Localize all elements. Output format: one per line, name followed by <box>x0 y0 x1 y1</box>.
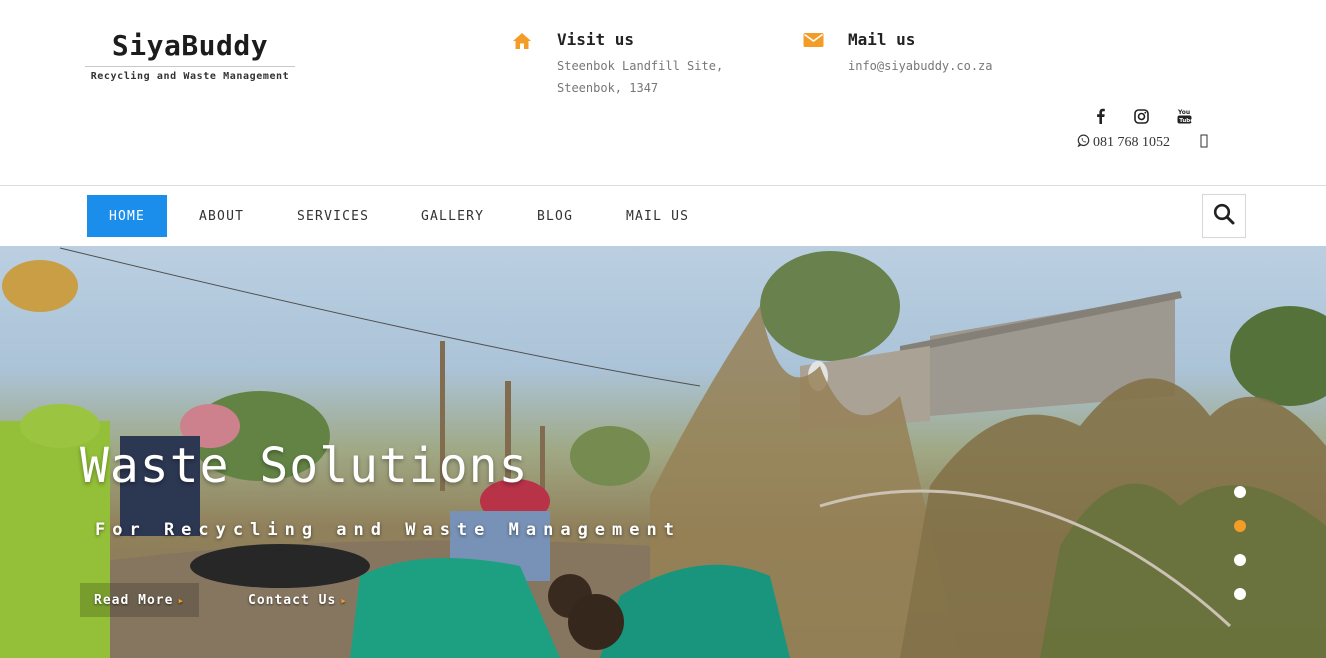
nav-item-services[interactable]: SERVICES <box>297 195 369 237</box>
youtube-icon[interactable]: You Tube <box>1174 106 1194 126</box>
whatsapp-icon <box>1077 134 1090 152</box>
read-more-label: Read More <box>94 592 174 608</box>
facebook-icon[interactable] <box>1090 106 1110 126</box>
mail-us-title: Mail us <box>848 30 916 49</box>
hero-subtitle: For Recycling and Waste Management <box>95 520 681 540</box>
search-icon <box>1213 203 1235 229</box>
slider-dot-3[interactable] <box>1234 554 1246 566</box>
contact-us-label: Contact Us <box>248 592 337 608</box>
logo-divider <box>85 66 295 67</box>
phone-number: 081 768 1052 <box>1093 135 1170 150</box>
brand-tagline: Recycling and Waste Management <box>90 71 290 82</box>
search-button[interactable] <box>1202 194 1246 238</box>
main-navigation: HOME ABOUT SERVICES GALLERY BLOG MAIL US <box>0 185 1326 246</box>
mail-address[interactable]: info@siyabuddy.co.za <box>848 59 993 73</box>
home-icon <box>512 32 536 52</box>
social-links: You Tube <box>1090 106 1200 126</box>
nav-item-about[interactable]: ABOUT <box>199 195 244 237</box>
brand-name: SiyaBuddy <box>111 29 269 62</box>
svg-text:Tube: Tube <box>1179 118 1192 124</box>
nav-item-gallery[interactable]: GALLERY <box>421 195 484 237</box>
nav-item-home[interactable]: HOME <box>87 195 167 237</box>
envelope-icon <box>803 32 827 52</box>
visit-address-line-2: Steenbok, 1347 <box>557 81 659 95</box>
svg-text:You: You <box>1177 109 1190 116</box>
contact-us-button[interactable]: Contact Us ▸ <box>248 583 348 617</box>
visit-us-title: Visit us <box>557 30 635 49</box>
nav-item-blog[interactable]: BLOG <box>537 195 573 237</box>
slider-dot-1[interactable] <box>1234 486 1246 498</box>
chevron-right-icon: ▸ <box>340 593 348 607</box>
hero-slider: Waste Solutions For Recycling and Waste … <box>0 246 1326 658</box>
read-more-button[interactable]: Read More ▸ <box>80 583 200 617</box>
chevron-right-icon: ▸ <box>177 593 186 607</box>
hero-title: Waste Solutions <box>80 438 529 494</box>
logo[interactable]: SiyaBuddy Recycling and Waste Management <box>85 28 295 82</box>
slider-dot-2[interactable] <box>1234 520 1246 532</box>
top-header: SiyaBuddy Recycling and Waste Management… <box>0 0 1326 185</box>
nav-item-mail-us[interactable]: MAIL US <box>626 195 689 237</box>
menu-toggle-icon[interactable] <box>1199 133 1209 149</box>
visit-address-line-1: Steenbok Landfill Site, <box>557 59 724 73</box>
slider-dot-4[interactable] <box>1234 588 1246 600</box>
phone-contact[interactable]: 081 768 1052 <box>1077 134 1170 152</box>
instagram-icon[interactable] <box>1131 106 1151 126</box>
